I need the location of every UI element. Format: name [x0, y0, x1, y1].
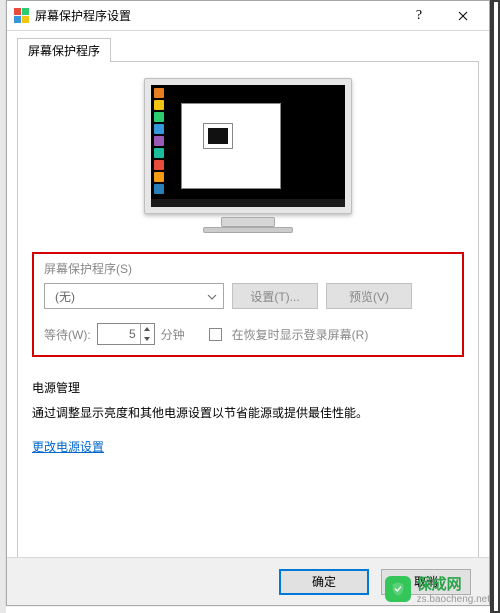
screensaver-dropdown[interactable]: (无) — [44, 283, 224, 309]
power-description: 通过调整显示亮度和其他电源设置以节省能源或提供最佳性能。 — [32, 404, 464, 422]
titlebar: 屏幕保护程序设置 ? — [7, 1, 489, 31]
ok-button[interactable]: 确定 — [279, 569, 369, 595]
spinner-down-icon[interactable] — [141, 334, 154, 344]
wait-spinner[interactable]: 5 — [97, 323, 155, 345]
dialog-window: 屏幕保护程序设置 ? 屏幕保护程序 — [6, 0, 490, 606]
client-area: 屏幕保护程序 — [7, 31, 489, 559]
screensaver-selected: (无) — [55, 288, 75, 305]
resume-checkbox[interactable] — [209, 328, 222, 341]
window-icon — [13, 8, 29, 24]
power-section-label: 电源管理 — [32, 379, 464, 396]
help-button[interactable]: ? — [397, 2, 441, 30]
watermark: 保成网 zs.baocheng.net — [385, 573, 490, 605]
wait-label: 等待(W): — [44, 326, 91, 343]
wait-unit: 分钟 — [161, 326, 185, 343]
wait-value[interactable]: 5 — [98, 324, 140, 344]
tab-body: 屏幕保护程序(S) (无) 设置(T)... 预览(V) 等待(W): 5 — [17, 61, 479, 559]
settings-button[interactable]: 设置(T)... — [232, 283, 318, 309]
chevron-down-icon — [207, 291, 217, 301]
monitor-preview — [32, 72, 464, 252]
shield-check-icon — [385, 576, 411, 602]
watermark-url: zs.baocheng.net — [417, 594, 490, 605]
watermark-brand: 保成网 — [417, 573, 490, 594]
close-button[interactable] — [441, 2, 485, 30]
tab-screensaver[interactable]: 屏幕保护程序 — [17, 38, 111, 62]
preview-button[interactable]: 预览(V) — [326, 283, 412, 309]
change-power-link[interactable]: 更改电源设置 — [32, 438, 104, 455]
screensaver-section-highlight: 屏幕保护程序(S) (无) 设置(T)... 预览(V) 等待(W): 5 — [32, 252, 464, 357]
spinner-up-icon[interactable] — [141, 324, 154, 334]
window-title: 屏幕保护程序设置 — [35, 7, 397, 24]
screensaver-section-label: 屏幕保护程序(S) — [44, 260, 452, 277]
resume-checkbox-label: 在恢复时显示登录屏幕(R) — [232, 326, 369, 343]
